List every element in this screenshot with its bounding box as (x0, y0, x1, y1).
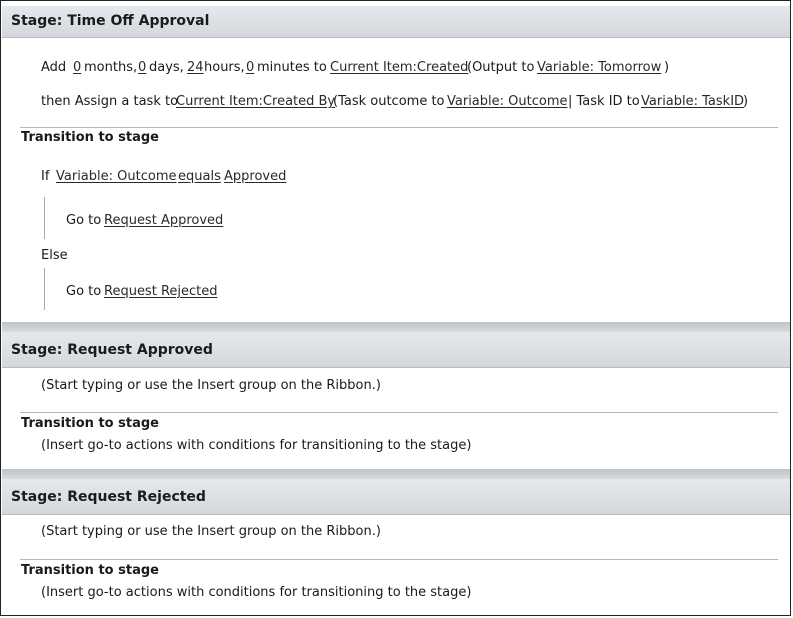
if-branch-line (44, 197, 45, 239)
goto-request-approved-link[interactable]: Request Approved (104, 213, 223, 228)
divider (20, 412, 778, 413)
stage-header-request-rejected[interactable]: Stage: Request Rejected (2, 479, 790, 515)
stage-body-placeholder[interactable]: (Start typing or use the Insert group on… (41, 378, 381, 393)
days-label: days, (149, 60, 184, 75)
hours-label: hours, (204, 60, 245, 75)
divider (20, 127, 778, 128)
minutes-value-link[interactable]: 0 (246, 60, 254, 75)
stage-header-request-approved[interactable]: Stage: Request Approved (2, 332, 790, 368)
assignee-link[interactable]: Current Item:Created By (176, 94, 335, 109)
stage-body-placeholder[interactable]: (Start typing or use the Insert group on… (41, 524, 381, 539)
else-keyword: Else (41, 248, 68, 263)
divider (20, 559, 778, 560)
else-branch-line (44, 268, 45, 310)
output-to-label: (Output to (467, 60, 535, 75)
goto-label: Go to (66, 284, 102, 299)
condition-variable-link[interactable]: Variable: Outcome (56, 169, 176, 184)
goto-request-rejected-link[interactable]: Request Rejected (104, 284, 218, 299)
date-field-link[interactable]: Current Item:Created (330, 60, 468, 75)
months-label: months, (84, 60, 138, 75)
transition-header: Transition to stage (21, 563, 159, 578)
output-close-paren: ) (664, 60, 670, 75)
output-variable-link[interactable]: Variable: Tomorrow (537, 60, 661, 75)
assign-task-label: then Assign a task to (41, 94, 179, 109)
stage-header-time-off-approval[interactable]: Stage: Time Off Approval (2, 6, 790, 38)
stage-separator (2, 469, 790, 479)
transition-header: Transition to stage (21, 416, 159, 431)
add-label: Add (41, 60, 67, 75)
transition-hint[interactable]: (Insert go-to actions with conditions fo… (41, 438, 471, 453)
taskid-variable-link[interactable]: Variable: TaskID (641, 94, 744, 109)
days-value-link[interactable]: 0 (138, 60, 146, 75)
hours-value-link[interactable]: 24 (187, 60, 204, 75)
condition-operator-link[interactable]: equals (178, 169, 221, 184)
workflow-designer-canvas: Stage: Time Off Approval Add 0 months, 0… (0, 0, 791, 616)
condition-value-link[interactable]: Approved (224, 169, 286, 184)
months-value-link[interactable]: 0 (73, 60, 81, 75)
task-outcome-label: (Task outcome to (333, 94, 445, 109)
transition-hint[interactable]: (Insert go-to actions with conditions fo… (41, 585, 471, 600)
stage-separator (2, 322, 790, 332)
assign-close-paren: ) (743, 94, 749, 109)
goto-label: Go to (66, 213, 102, 228)
transition-header: Transition to stage (21, 130, 159, 145)
if-keyword: If (41, 169, 50, 184)
outcome-variable-link[interactable]: Variable: Outcome (447, 94, 567, 109)
minutes-label: minutes to (257, 60, 327, 75)
task-id-label: | Task ID to (568, 94, 640, 109)
